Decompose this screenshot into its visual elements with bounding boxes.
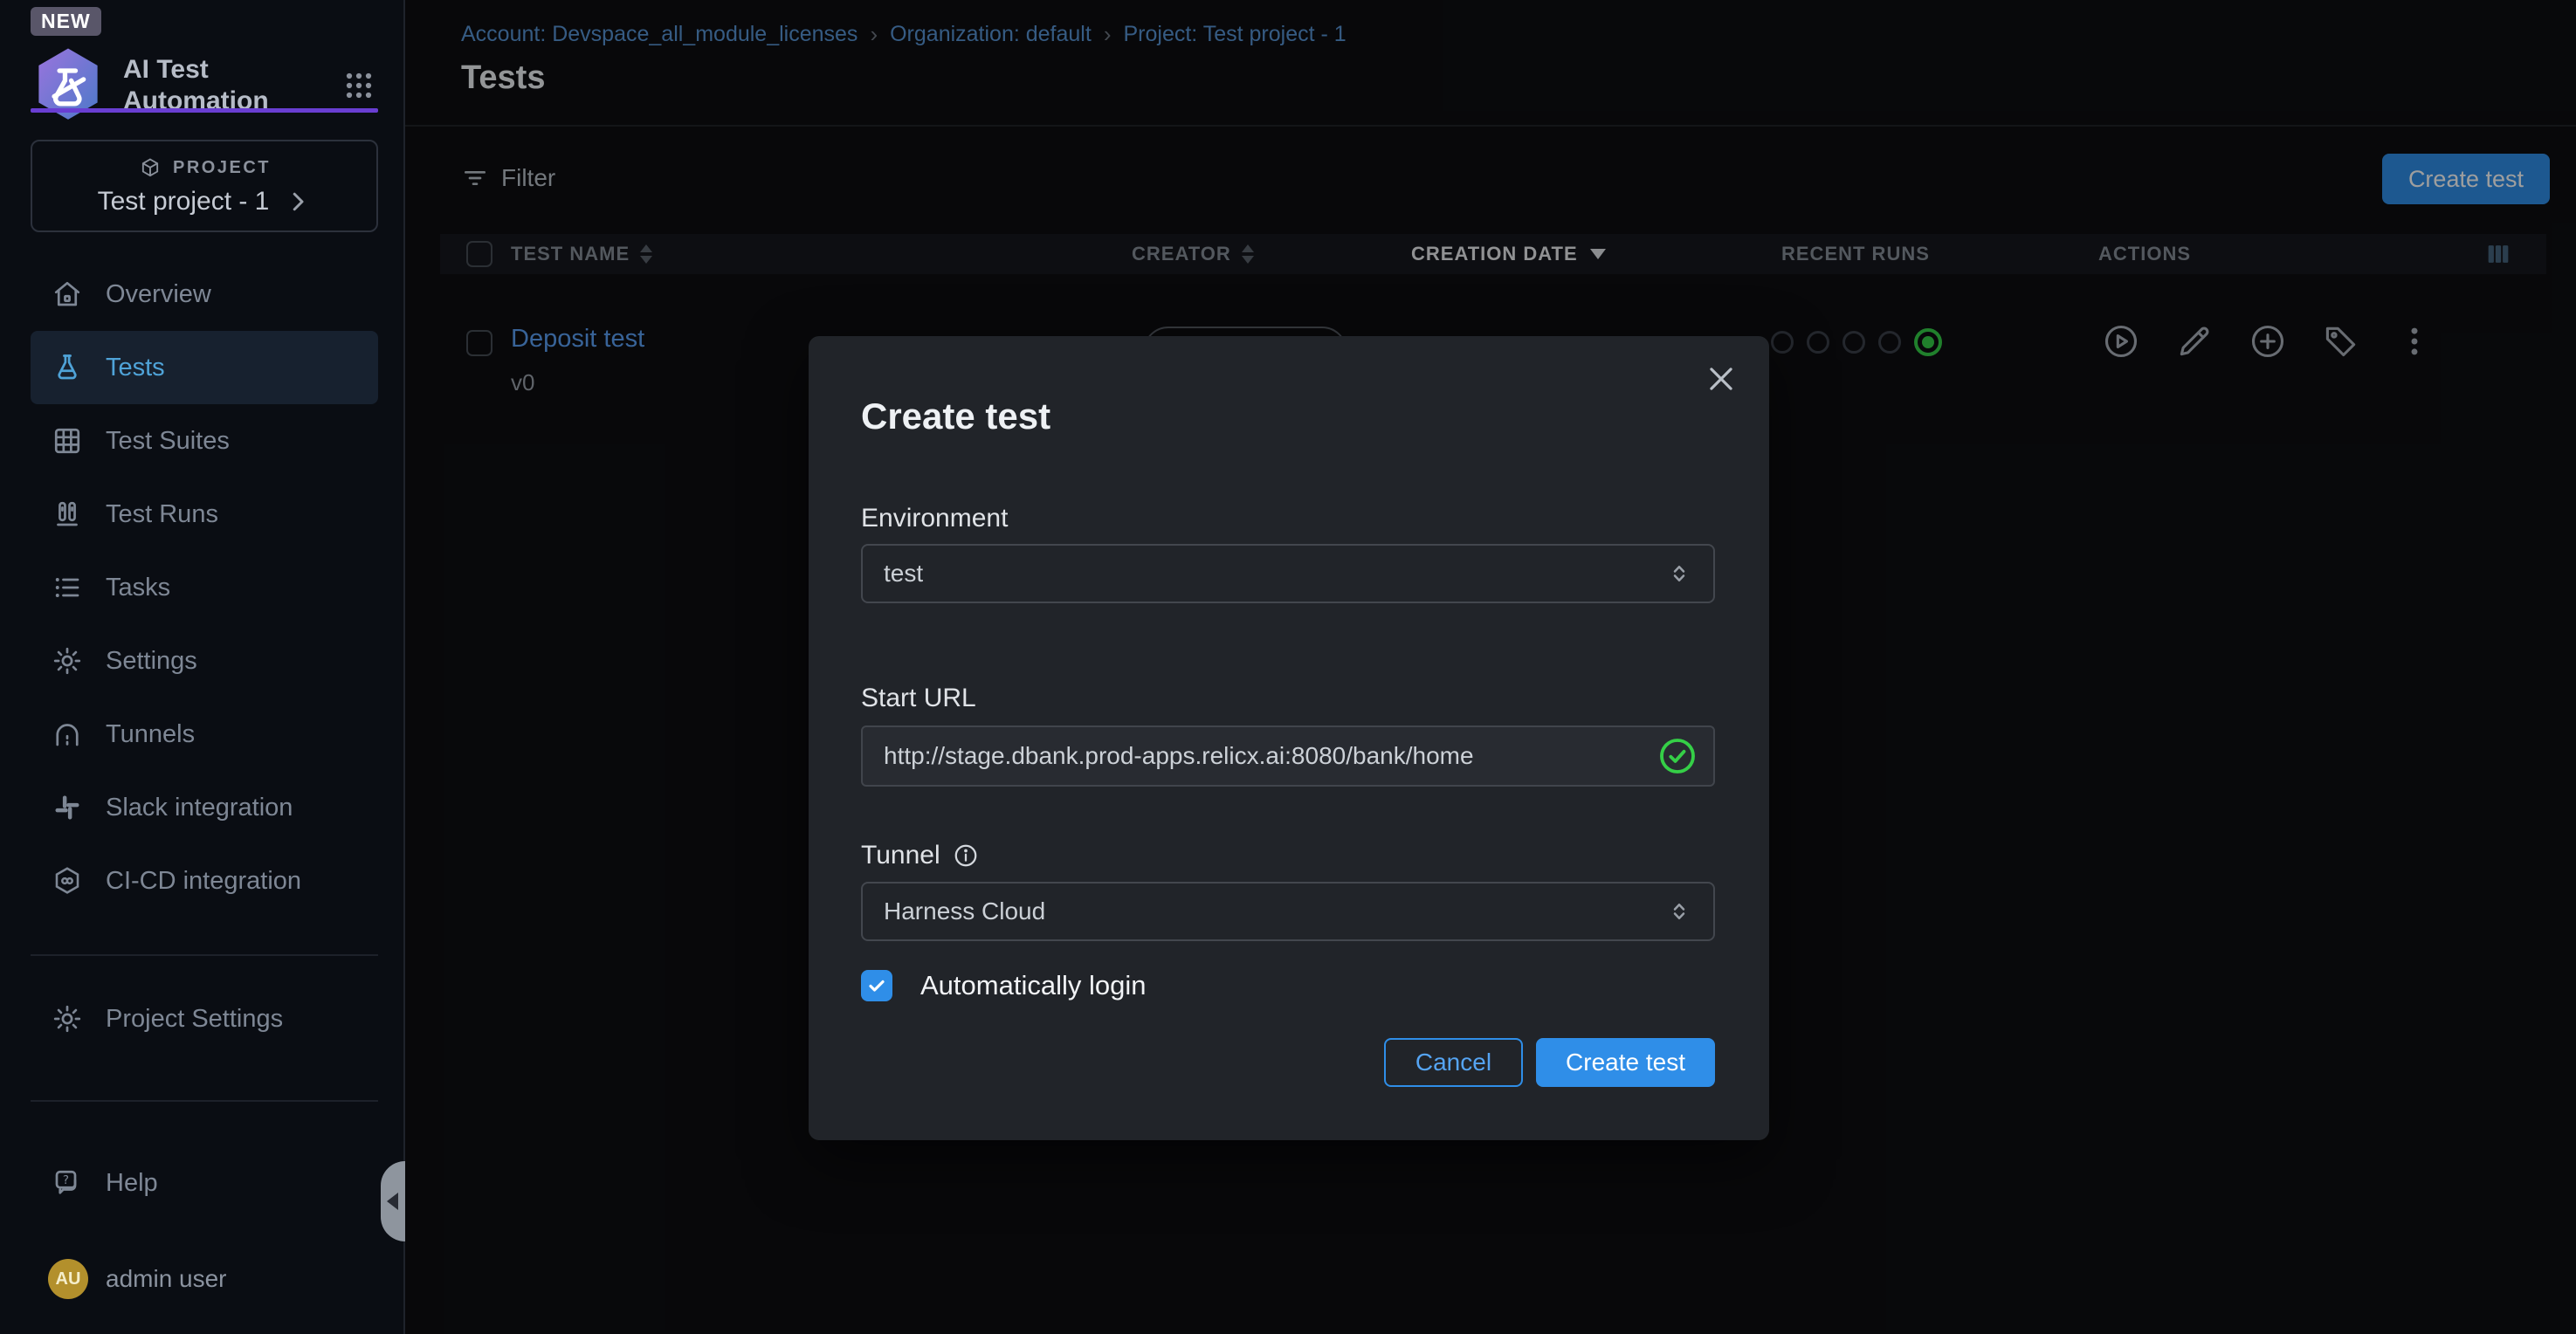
sidebar: NEW AI Test Automation xyxy=(0,0,405,1334)
sidebar-item-label: Tunnels xyxy=(106,720,195,749)
tunnel-label: Tunnel xyxy=(861,841,979,870)
tunnel-select[interactable]: Harness Cloud xyxy=(861,882,1715,941)
user-menu[interactable]: AU admin user xyxy=(31,1244,378,1314)
sidebar-item-label: Test Runs xyxy=(106,500,218,529)
close-icon[interactable] xyxy=(1705,362,1738,395)
sidebar-item-test-suites[interactable]: Test Suites xyxy=(31,404,378,478)
slack-icon xyxy=(52,792,83,823)
auto-login-checkbox[interactable] xyxy=(861,970,892,1001)
cancel-button[interactable]: Cancel xyxy=(1384,1038,1523,1087)
chevrons-up-down-icon xyxy=(1666,898,1692,925)
modal-title: Create test xyxy=(861,395,1050,437)
start-url-label: Start URL xyxy=(861,684,976,713)
list-icon xyxy=(52,572,83,603)
auto-login-label: Automatically login xyxy=(920,970,1146,1001)
grid-icon xyxy=(52,425,83,457)
sidebar-item-label: Test Suites xyxy=(106,427,230,456)
sidebar-item-overview[interactable]: Overview xyxy=(31,258,378,331)
chevrons-up-down-icon xyxy=(1666,560,1692,587)
svg-text:?: ? xyxy=(63,1173,69,1187)
home-icon xyxy=(52,278,83,310)
sidebar-item-slack-integration[interactable]: Slack integration xyxy=(31,771,378,844)
sidebar-nav: Overview Tests Test Suites Test Runs Tas… xyxy=(31,258,378,918)
sidebar-item-label: Settings xyxy=(106,647,197,676)
create-test-modal: Create test Environment test Start URL T… xyxy=(809,336,1769,1140)
gear-icon xyxy=(52,1003,83,1035)
new-badge: NEW xyxy=(31,7,101,36)
flask-icon xyxy=(52,352,83,383)
sidebar-item-label: Tests xyxy=(106,354,165,382)
sidebar-item-label: Tasks xyxy=(106,574,170,602)
user-name: admin user xyxy=(106,1265,227,1293)
check-circle-icon xyxy=(1657,736,1698,776)
project-selector[interactable]: PROJECT Test project - 1 xyxy=(31,140,378,232)
help-bubble-icon: ? xyxy=(52,1167,83,1199)
sidebar-item-label: Project Settings xyxy=(106,1005,283,1034)
check-icon xyxy=(866,975,887,996)
sidebar-collapse-handle[interactable] xyxy=(381,1161,405,1241)
avatar: AU xyxy=(48,1259,88,1299)
apps-grid-icon[interactable] xyxy=(340,66,378,105)
app-logo-icon xyxy=(31,45,106,126)
gear-icon xyxy=(52,645,83,677)
columns-icon xyxy=(52,499,83,530)
auto-login-row: Automatically login xyxy=(861,970,1146,1001)
collapse-arrow-icon xyxy=(387,1193,398,1210)
environment-label: Environment xyxy=(861,504,1008,533)
project-eyebrow-label: PROJECT xyxy=(173,158,271,178)
environment-value: test xyxy=(884,560,923,588)
sidebar-item-help[interactable]: ? Help xyxy=(31,1146,378,1220)
cicd-icon xyxy=(52,865,83,897)
sidebar-item-cicd-integration[interactable]: CI-CD integration xyxy=(31,844,378,918)
tunnel-label-text: Tunnel xyxy=(861,841,940,870)
cube-icon xyxy=(138,156,162,181)
sidebar-item-label: Overview xyxy=(106,280,211,309)
sidebar-divider xyxy=(31,1100,378,1102)
sidebar-item-label: Help xyxy=(106,1169,158,1198)
sidebar-item-tasks[interactable]: Tasks xyxy=(31,551,378,624)
sidebar-item-settings[interactable]: Settings xyxy=(31,624,378,698)
sidebar-item-project-settings[interactable]: Project Settings xyxy=(31,982,378,1056)
modal-create-test-button[interactable]: Create test xyxy=(1536,1038,1715,1087)
chevron-right-icon xyxy=(285,189,311,215)
start-url-input[interactable] xyxy=(884,742,1657,770)
info-icon[interactable] xyxy=(953,842,979,869)
brand-accent-rule xyxy=(31,108,378,113)
sidebar-item-label: CI-CD integration xyxy=(106,867,301,896)
tunnel-icon xyxy=(52,719,83,750)
tunnel-value: Harness Cloud xyxy=(884,897,1045,925)
start-url-field xyxy=(861,725,1715,787)
sidebar-item-tests[interactable]: Tests xyxy=(31,331,378,404)
project-name-label: Test project - 1 xyxy=(98,187,270,217)
brand: AI Test Automation xyxy=(31,45,378,126)
sidebar-item-test-runs[interactable]: Test Runs xyxy=(31,478,378,551)
environment-select[interactable]: test xyxy=(861,544,1715,603)
project-name: Test project - 1 xyxy=(98,187,312,217)
sidebar-item-label: Slack integration xyxy=(106,794,293,822)
sidebar-item-tunnels[interactable]: Tunnels xyxy=(31,698,378,771)
app-root: NEW AI Test Automation xyxy=(0,0,2576,1334)
project-eyebrow: PROJECT xyxy=(138,156,271,181)
modal-actions: Cancel Create test xyxy=(1384,1038,1715,1087)
sidebar-divider xyxy=(31,954,378,956)
